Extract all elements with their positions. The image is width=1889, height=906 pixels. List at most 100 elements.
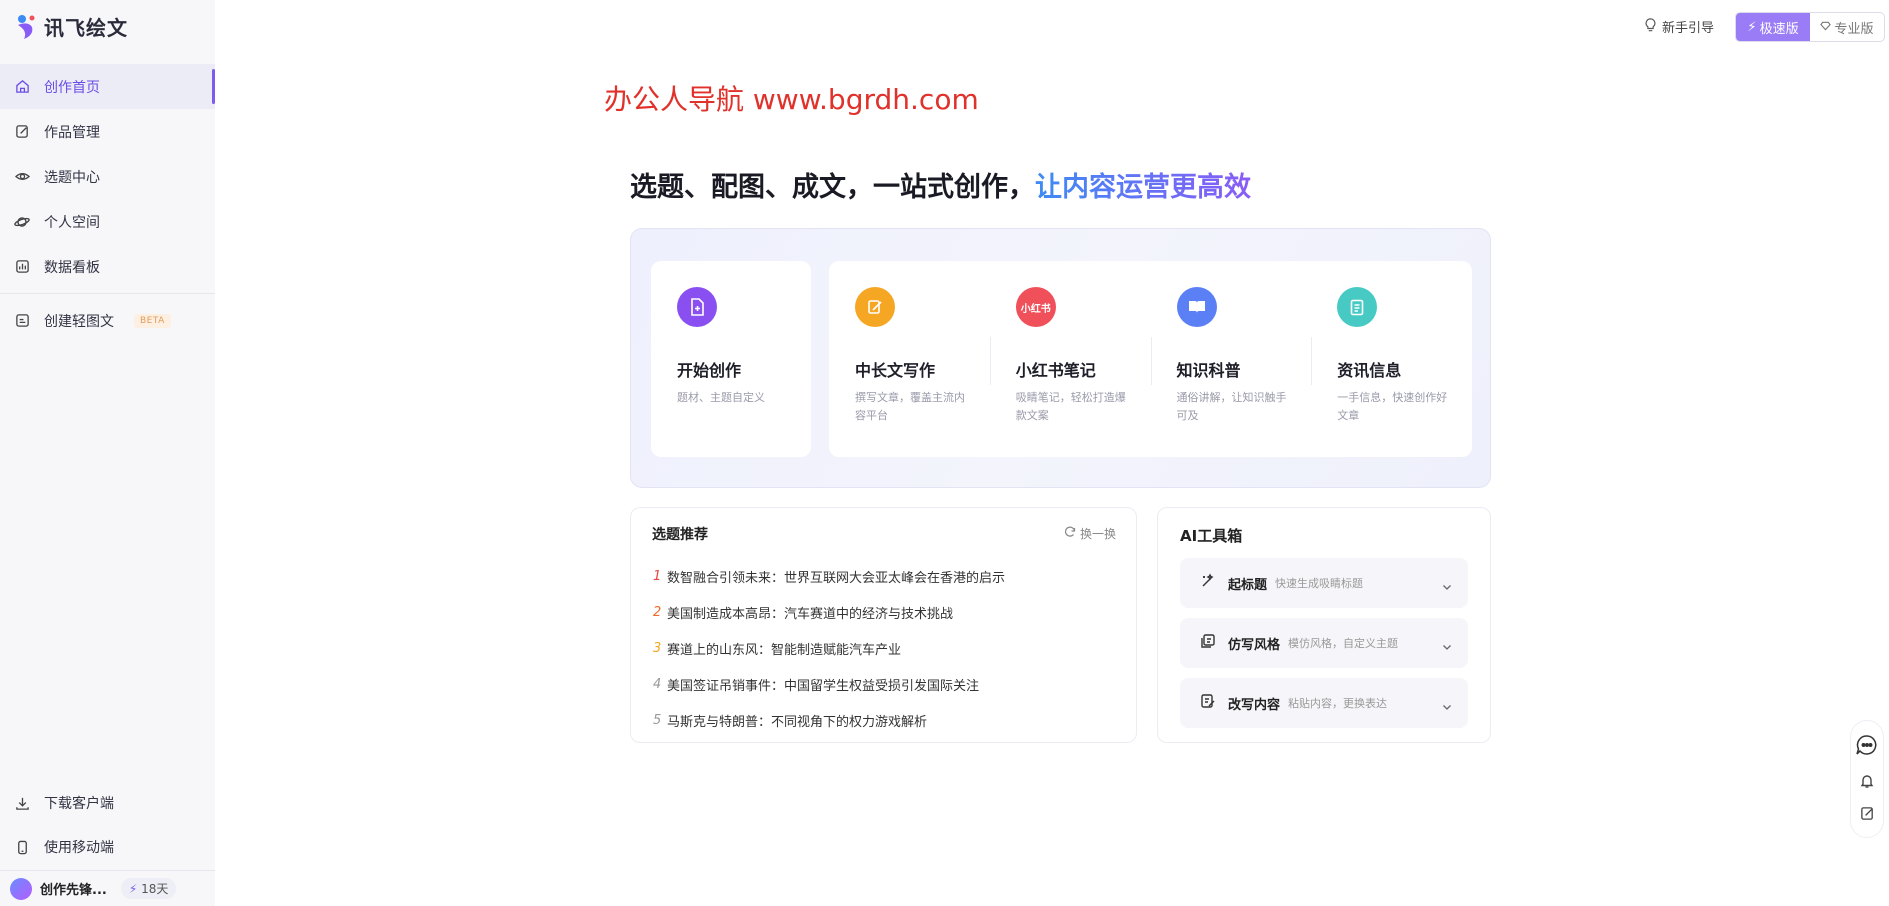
- card-title: 资讯信息: [1337, 361, 1402, 380]
- section-title: 选题推荐: [652, 527, 708, 543]
- tool-name: 起标题: [1228, 577, 1268, 593]
- sidebar-bottom: 下载客户端 使用移动端: [0, 781, 215, 869]
- chat-bot-icon[interactable]: [1855, 734, 1879, 760]
- refresh-icon: [1064, 526, 1076, 541]
- list-item[interactable]: 2 美国制造成本高昂：汽车赛道中的经济与技术挑战: [653, 594, 1005, 630]
- card-desc: 一手信息，快速创作好文章: [1337, 391, 1448, 422]
- sidebar-item-works[interactable]: 作品管理: [0, 109, 215, 154]
- avatar[interactable]: [10, 877, 32, 900]
- sidebar-item-dashboard[interactable]: 数据看板: [0, 244, 215, 289]
- download-client-button[interactable]: 下载客户端: [0, 781, 215, 825]
- chevron-down-icon[interactable]: [1442, 576, 1452, 595]
- sidebar-item-home[interactable]: 创作首页: [0, 64, 215, 109]
- list-item[interactable]: 4 美国签证吊销事件：中国留学生权益受损引发国际关注: [653, 666, 1005, 702]
- topic-recommendation: 选题推荐 换一换 1 数智融合引领未来：世界互联网大会亚太峰会在香港的启示 2 …: [630, 507, 1137, 743]
- tool-desc: 粘贴内容，更换表达: [1288, 697, 1388, 710]
- image-doc-icon: [14, 313, 30, 329]
- chevron-down-icon[interactable]: [1442, 636, 1452, 655]
- planet-icon: [14, 214, 30, 230]
- topic-number: 5: [653, 712, 662, 728]
- tool-name: 仿写风格: [1228, 637, 1281, 653]
- logo-icon: [14, 13, 38, 41]
- sidebar-item-label: 使用移动端: [44, 840, 114, 856]
- tool-desc: 模仿风格，自定义主题: [1288, 637, 1399, 650]
- home-icon: [14, 79, 30, 95]
- download-icon: [14, 795, 30, 811]
- card-desc: 吸睛笔记，轻松打造爆款文案: [1015, 391, 1126, 422]
- topic-number: 1: [653, 568, 662, 584]
- refresh-button[interactable]: 换一换: [1064, 525, 1116, 542]
- sidebar-item-label: 作品管理: [44, 124, 100, 141]
- sidebar-item-space[interactable]: 个人空间: [0, 199, 215, 244]
- ai-toolbox: AI工具箱 起标题 快速生成吸睛标题 仿写风格 模仿风格，自定义主题 改写内容 …: [1157, 507, 1491, 743]
- beginner-guide-button[interactable]: 新手引导: [1644, 17, 1714, 36]
- card-desc: 通俗讲解，让知识触手可及: [1176, 391, 1287, 422]
- topic-list: 1 数智融合引领未来：世界互联网大会亚太峰会在香港的启示 2 美国制造成本高昂：…: [653, 558, 1005, 738]
- rewrite-icon: [1200, 693, 1216, 713]
- card-title: 中长文写作: [855, 361, 936, 380]
- news-card[interactable]: 资讯信息 一手信息，快速创作好文章: [1311, 261, 1472, 457]
- topic-text: 赛道上的山东风：智能制造赋能汽车产业: [667, 642, 902, 658]
- user-profile[interactable]: 创作先锋... ⚡ 18天: [0, 870, 215, 906]
- sidebar-item-label: 个人空间: [44, 214, 100, 231]
- list-item[interactable]: 5 马斯克与特朗普：不同视角下的权力游戏解析: [653, 702, 1005, 738]
- copy-style-icon: [1200, 633, 1216, 653]
- use-mobile-button[interactable]: 使用移动端: [0, 825, 215, 869]
- xiaohongshu-card[interactable]: 小红书 小红书笔记 吸睛笔记，轻松打造爆款文案: [989, 261, 1151, 457]
- mode-fast-button[interactable]: ⚡ 极速版: [1736, 13, 1810, 41]
- bell-icon[interactable]: [1859, 773, 1875, 793]
- sidebar: 讯飞绘文 创作首页 作品管理 选题中心 个人空间 数据看板 创建轻图文 BETA…: [0, 0, 215, 906]
- feedback-edit-icon[interactable]: [1860, 806, 1875, 825]
- tool-desc: 快速生成吸睛标题: [1275, 577, 1364, 590]
- mobile-icon: [14, 839, 30, 855]
- edit-icon: [14, 124, 30, 140]
- science-card[interactable]: 知识科普 通俗讲解，让知识触手可及: [1150, 261, 1312, 457]
- lightbulb-icon: [1644, 17, 1657, 36]
- card-title: 知识科普: [1176, 361, 1241, 380]
- refresh-label: 换一换: [1079, 527, 1116, 541]
- user-name: 创作先锋...: [40, 883, 107, 898]
- list-item[interactable]: 3 赛道上的山东风：智能制造赋能汽车产业: [653, 630, 1005, 666]
- diamond-icon: [1820, 20, 1832, 35]
- sidebar-item-label: 创建轻图文: [44, 313, 114, 330]
- long-article-card[interactable]: 中长文写作 撰写文章，覆盖主流内容平台: [829, 261, 990, 457]
- section-title: AI工具箱: [1180, 527, 1243, 545]
- mode-label: 极速版: [1759, 21, 1799, 37]
- beta-badge: BETA: [134, 313, 171, 328]
- mode-label: 专业版: [1834, 21, 1874, 37]
- tool-name: 改写内容: [1228, 697, 1281, 713]
- sidebar-item-create-light[interactable]: 创建轻图文 BETA: [0, 298, 215, 343]
- mode-pro-button[interactable]: 专业版: [1810, 13, 1884, 41]
- start-create-card[interactable]: 开始创作 题材、主题自定义: [651, 261, 811, 457]
- topic-text: 美国签证吊销事件：中国留学生权益受损引发国际关注: [667, 678, 980, 694]
- floating-toolbar: [1850, 720, 1884, 838]
- card-title: 开始创作: [677, 361, 742, 380]
- guide-label: 新手引导: [1662, 21, 1715, 36]
- watermark-text: 办公人导航 www.bgrdh.com: [604, 83, 979, 116]
- topic-number: 4: [653, 676, 662, 692]
- create-panel: 开始创作 题材、主题自定义 中长文写作 撰写文章，覆盖主流内容平台 小红书 小红…: [630, 228, 1491, 488]
- headline-prefix: 选题、配图、成文，一站式创作，: [630, 172, 1035, 203]
- logo-text: 讯飞绘文: [44, 16, 128, 40]
- chevron-down-icon[interactable]: [1442, 696, 1452, 715]
- card-desc: 撰写文章，覆盖主流内容平台: [855, 391, 965, 422]
- eye-icon: [14, 169, 30, 185]
- sidebar-nav: 创作首页 作品管理 选题中心 个人空间 数据看板 创建轻图文 BETA: [0, 64, 215, 343]
- tool-rewrite-content[interactable]: 改写内容 粘贴内容，更换表达: [1180, 678, 1468, 728]
- page-headline: 选题、配图、成文，一站式创作，让内容运营更高效: [630, 165, 1251, 204]
- template-card-group: 中长文写作 撰写文章，覆盖主流内容平台 小红书 小红书笔记 吸睛笔记，轻松打造爆…: [829, 261, 1472, 457]
- membership-days-badge[interactable]: ⚡ 18天: [120, 878, 177, 899]
- sidebar-item-label: 创作首页: [44, 79, 100, 96]
- tool-imitate-style[interactable]: 仿写风格 模仿风格，自定义主题: [1180, 618, 1468, 668]
- topic-number: 2: [653, 604, 662, 620]
- list-item[interactable]: 1 数智融合引领未来：世界互联网大会亚太峰会在香港的启示: [653, 558, 1005, 594]
- logo[interactable]: 讯飞绘文: [14, 12, 128, 41]
- tool-generate-title[interactable]: 起标题 快速生成吸睛标题: [1180, 558, 1468, 608]
- topic-text: 马斯克与特朗普：不同视角下的权力游戏解析: [667, 714, 928, 730]
- sidebar-item-topics[interactable]: 选题中心: [0, 154, 215, 199]
- plus-doc-icon: [677, 287, 717, 327]
- topic-text: 数智融合引领未来：世界互联网大会亚太峰会在香港的启示: [667, 570, 1006, 586]
- xiaohongshu-icon: 小红书: [1015, 287, 1056, 327]
- news-doc-icon: [1337, 287, 1378, 327]
- mode-switch: ⚡ 极速版 专业版: [1735, 12, 1885, 42]
